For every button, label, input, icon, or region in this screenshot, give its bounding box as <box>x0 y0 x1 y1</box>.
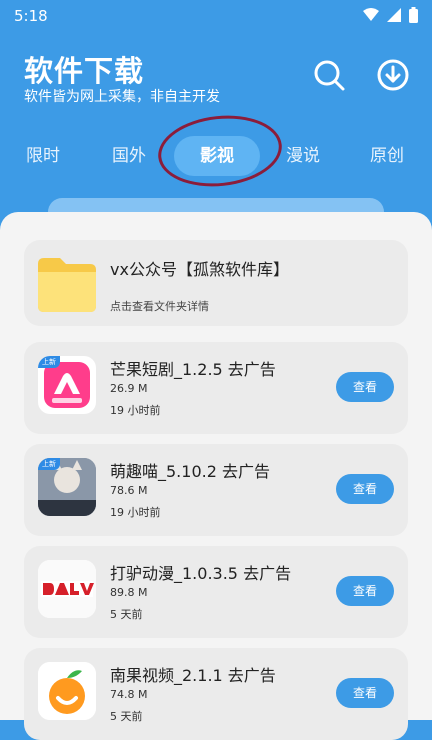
view-button[interactable]: 查看 <box>336 576 394 606</box>
mango-shortplay-icon: 上新 <box>38 356 96 414</box>
app-size: 78.6 M <box>110 484 148 497</box>
app-card[interactable]: 上新 芒果短剧_1.2.5 去广告 26.9 M 19 小时前 查看 <box>24 342 408 434</box>
view-button[interactable]: 查看 <box>336 678 394 708</box>
view-button[interactable]: 查看 <box>336 372 394 402</box>
dalv-icon <box>38 560 96 618</box>
cellular-icon <box>387 8 401 22</box>
view-button[interactable]: 查看 <box>336 474 394 504</box>
app-card[interactable]: 南果视频_2.1.1 去广告 74.8 M 5 天前 查看 <box>24 648 408 740</box>
folder-subtitle: 点击查看文件夹详情 <box>110 300 209 313</box>
status-bar: 5:18 <box>0 0 432 34</box>
tab-original[interactable]: 原创 <box>362 136 412 176</box>
nanguo-icon <box>38 662 96 720</box>
app-size: 89.8 M <box>110 586 148 599</box>
app-updated-time: 19 小时前 <box>110 404 161 417</box>
app-name: 芒果短剧_1.2.5 去广告 <box>110 360 276 379</box>
app-name: 打驴动漫_1.0.3.5 去广告 <box>110 564 292 583</box>
app-updated-time: 19 小时前 <box>110 506 161 519</box>
tab-limited-time[interactable]: 限时 <box>18 136 68 176</box>
tab-film-tv[interactable]: 影视 <box>174 136 260 176</box>
app-title: 软件下载 <box>24 54 145 88</box>
app-subtitle: 软件皆为网上采集，非自主开发 <box>24 89 220 105</box>
app-badge: 上新 <box>38 356 60 368</box>
app-name: 南果视频_2.1.1 去广告 <box>110 666 276 685</box>
folder-card[interactable]: vx公众号【孤煞软件库】 点击查看文件夹详情 <box>24 240 408 326</box>
mengqumiao-icon: 上新 <box>38 458 96 516</box>
status-time: 5:18 <box>14 7 48 25</box>
app-name: 萌趣喵_5.10.2 去广告 <box>110 462 270 481</box>
app-card[interactable]: 上新 萌趣喵_5.10.2 去广告 78.6 M 19 小时前 查看 <box>24 444 408 536</box>
battery-icon <box>409 7 418 23</box>
tab-foreign[interactable]: 国外 <box>104 136 154 176</box>
category-tabs: 限时 国外 影视 漫说 原创 <box>0 136 432 176</box>
app-card[interactable]: 打驴动漫_1.0.3.5 去广告 89.8 M 5 天前 查看 <box>24 546 408 638</box>
download-icon[interactable] <box>376 58 410 92</box>
app-size: 26.9 M <box>110 382 148 395</box>
app-size: 74.8 M <box>110 688 148 701</box>
app-updated-time: 5 天前 <box>110 608 143 621</box>
wifi-icon <box>363 8 379 21</box>
search-icon[interactable] <box>312 58 346 92</box>
app-badge: 上新 <box>38 458 60 470</box>
app-updated-time: 5 天前 <box>110 710 143 723</box>
folder-icon <box>38 258 96 312</box>
status-icons <box>363 7 418 23</box>
tab-comics[interactable]: 漫说 <box>278 136 328 176</box>
folder-title: vx公众号【孤煞软件库】 <box>110 260 289 279</box>
